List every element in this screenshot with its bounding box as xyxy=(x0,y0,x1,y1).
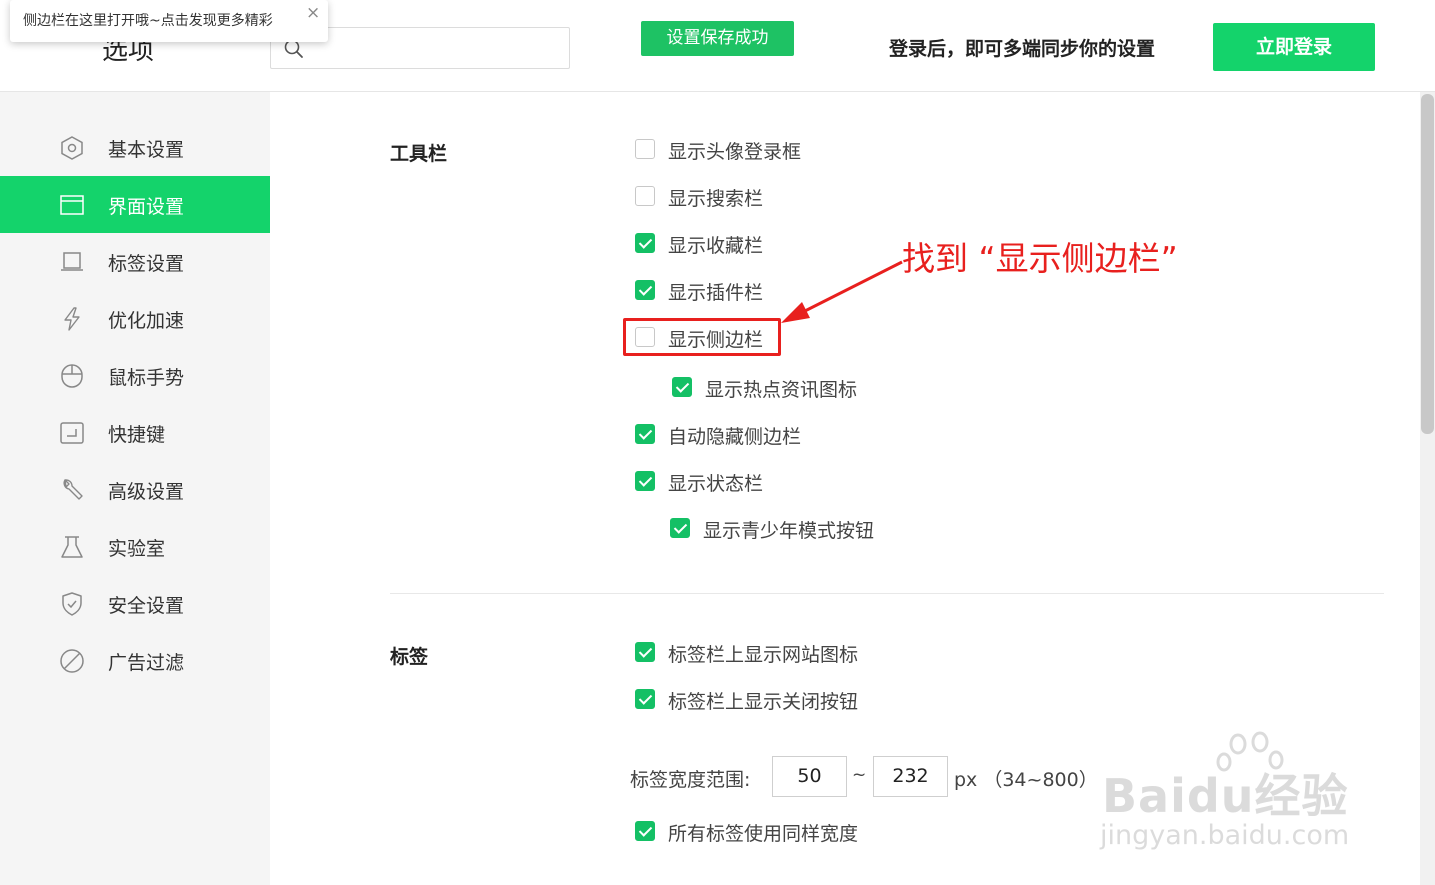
search-icon xyxy=(284,39,303,58)
tab-width-unit-hint: px （34~800） xyxy=(954,769,1098,791)
checkbox[interactable] xyxy=(635,233,655,253)
option-label: 显示青少年模式按钮 xyxy=(703,520,875,542)
sidebar-item-interface[interactable]: 界面设置 xyxy=(0,176,270,233)
checkbox[interactable] xyxy=(635,471,655,491)
checkbox[interactable] xyxy=(672,377,692,397)
checkbox[interactable] xyxy=(635,186,655,206)
checkbox[interactable] xyxy=(670,518,690,538)
sidebar-item-shortcuts[interactable]: 快捷键 xyxy=(0,404,270,461)
option-label: 显示搜索栏 xyxy=(668,188,764,210)
shield-icon xyxy=(62,592,82,616)
checkbox[interactable] xyxy=(635,821,655,841)
section-divider xyxy=(390,593,1384,594)
sidebar-item-advanced[interactable]: 高级设置 xyxy=(0,461,270,518)
search-input[interactable] xyxy=(311,34,561,62)
watermark-url: jingyan.baidu.com xyxy=(1100,820,1350,851)
sidebar-item-security[interactable]: 安全设置 xyxy=(0,575,270,632)
shortcut-icon xyxy=(60,422,84,444)
watermark-logo-text: Baidu经验 xyxy=(1102,769,1349,823)
checkbox[interactable] xyxy=(635,689,655,709)
sidebar-item-label: 标签设置 xyxy=(108,253,185,275)
sidebar-item-label: 安全设置 xyxy=(108,595,185,617)
sidebar-item-label: 界面设置 xyxy=(108,196,185,218)
annotation-text: 找到 “显示侧边栏” xyxy=(902,239,1178,278)
option-label: 显示插件栏 xyxy=(668,282,764,304)
sidebar-item-label: 鼠标手势 xyxy=(108,367,185,389)
checkbox[interactable] xyxy=(635,139,655,159)
sidebar-item-adblock[interactable]: 广告过滤 xyxy=(0,632,270,689)
option-label: 自动隐藏侧边栏 xyxy=(668,426,802,448)
baidu-jingyan-watermark: Baidu经验 jingyan.baidu.com xyxy=(1098,730,1368,860)
sidebar-item-optimize[interactable]: 优化加速 xyxy=(0,290,270,347)
section-title-tabs: 标签 xyxy=(390,646,429,668)
hexagon-settings-icon xyxy=(61,136,83,160)
sidebar-item-label: 广告过滤 xyxy=(108,652,185,674)
login-button[interactable]: 立即登录 xyxy=(1213,23,1375,71)
option-label: 显示收藏栏 xyxy=(668,235,764,257)
sidebar-item-basic[interactable]: 基本设置 xyxy=(0,119,270,176)
sidebar-item-label: 实验室 xyxy=(108,538,166,560)
sidebar: 基本设置 界面设置 标签设置 优化加速 鼠标手势 快捷键 高级设置 实验室 安全… xyxy=(0,92,270,885)
checkbox[interactable] xyxy=(635,280,655,300)
option-label: 标签栏上显示关闭按钮 xyxy=(668,691,859,713)
scrollbar[interactable] xyxy=(1420,92,1435,885)
section-title-toolbar: 工具栏 xyxy=(390,143,448,165)
tip-text: 侧边栏在这里打开哦~点击发现更多精彩 xyxy=(23,13,273,29)
block-icon xyxy=(60,649,84,673)
tab-icon xyxy=(61,252,83,271)
close-icon[interactable]: × xyxy=(306,3,320,23)
option-label: 所有标签使用同样宽度 xyxy=(668,823,859,845)
lightning-icon xyxy=(64,307,80,331)
checkbox[interactable] xyxy=(635,642,655,662)
flask-icon xyxy=(61,536,83,558)
mouse-icon xyxy=(61,364,83,388)
sidebar-item-tabs[interactable]: 标签设置 xyxy=(0,233,270,290)
window-icon xyxy=(60,195,84,215)
tab-width-max-input[interactable]: 232 xyxy=(873,756,948,797)
save-success-toast: 设置保存成功 xyxy=(641,21,794,56)
sidebar-item-label: 快捷键 xyxy=(108,424,166,446)
option-label: 显示头像登录框 xyxy=(668,141,802,163)
login-hint: 登录后，即可多端同步你的设置 xyxy=(889,38,1156,60)
scrollbar-thumb[interactable] xyxy=(1421,94,1434,434)
sidebar-item-label: 优化加速 xyxy=(108,310,185,332)
tab-width-label: 标签宽度范围: xyxy=(630,769,751,791)
tab-width-min-input[interactable]: 50 xyxy=(772,756,847,797)
wrench-icon xyxy=(63,479,83,500)
sidebar-item-lab[interactable]: 实验室 xyxy=(0,518,270,575)
option-label: 显示热点资讯图标 xyxy=(705,379,858,401)
range-separator: ~ xyxy=(852,765,867,785)
sidebar-item-mouse[interactable]: 鼠标手势 xyxy=(0,347,270,404)
sidebar-tip-popover: 侧边栏在这里打开哦~点击发现更多精彩 × xyxy=(10,0,328,42)
sidebar-item-label: 基本设置 xyxy=(108,139,185,161)
sidebar-item-label: 高级设置 xyxy=(108,481,185,503)
option-label: 标签栏上显示网站图标 xyxy=(668,644,859,666)
option-label: 显示状态栏 xyxy=(668,473,764,495)
checkbox[interactable] xyxy=(635,424,655,444)
highlight-box xyxy=(623,318,781,356)
